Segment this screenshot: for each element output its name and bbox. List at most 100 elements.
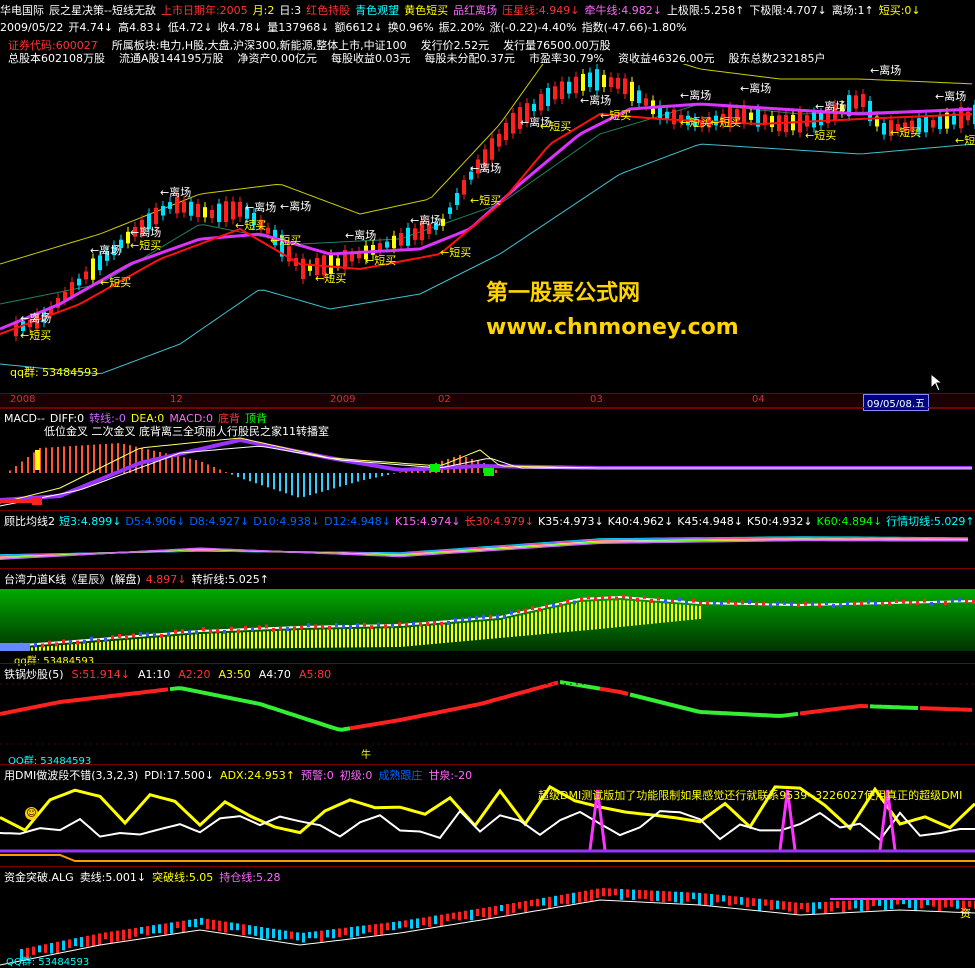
date-tick: 2008 (10, 394, 36, 405)
candle-body (77, 278, 81, 286)
zijin-bar (416, 918, 419, 929)
zijin-bar (632, 889, 635, 900)
taiwan-dot (839, 603, 842, 608)
candle-body (581, 73, 585, 91)
taiwan-dot (83, 639, 86, 644)
taiwan-panel[interactable]: 台湾力道K线《星辰》(解盘) 4.897↓ 转折线:5.025↑ qq群: 5348… (0, 568, 975, 667)
tiequ-line (169, 686, 351, 732)
taiwan-left-block (0, 643, 30, 651)
label-item: K40:4.962↓ (607, 515, 674, 528)
tiequ-line (559, 680, 601, 691)
taiwan-dot (433, 620, 436, 625)
zijin-bar (842, 900, 845, 913)
taiwan-dot (496, 614, 499, 619)
zijin-bar (608, 888, 611, 897)
zijin-bar (410, 919, 413, 929)
dmi-panel[interactable]: 用DMI做波段不错(3,3,2,3) PDI:17.500↓ ADX:24.953↑… (0, 764, 975, 867)
zijin-bar (716, 894, 719, 903)
taiwan-dot (48, 640, 51, 645)
zijin-bar (446, 913, 449, 921)
leave-label: ←离场 (130, 225, 161, 239)
zijin-bar (578, 891, 581, 903)
macd-panel[interactable]: MACD-- DIFF:0 转线:-0 DEA:0 MACD:0 底背 顶背 低位金叉 二次… (0, 407, 975, 511)
zijin-bar (584, 890, 587, 902)
zijin-bar (512, 902, 515, 913)
zijin-bar (332, 929, 335, 939)
taiwan-dot (902, 599, 905, 604)
taiwan-dot (664, 599, 667, 604)
taiwan-dot (34, 642, 37, 647)
zijin-bar (656, 890, 659, 901)
taiwan-dot (356, 623, 359, 628)
zijin-bar (338, 928, 341, 937)
zijin-bar (686, 892, 689, 902)
candle-body (630, 81, 634, 102)
tiequ-line (599, 686, 629, 696)
taiwan-dot (454, 618, 457, 623)
candle-body (882, 123, 886, 135)
candle-body (336, 258, 340, 266)
candle-body (455, 192, 459, 206)
zijin-bar (848, 900, 851, 910)
label-item: 压星线:4.949↓ (502, 4, 580, 17)
taiwan-dot (237, 629, 240, 634)
label-item: 4.897↓ (145, 573, 187, 586)
gubi-panel[interactable]: 顾比均线2 短3:4.899↓ D5:4.906↓ D8:4.927↓ D10:4.93… (0, 510, 975, 569)
zijin-bar (44, 944, 47, 953)
label-item: 短买:0↓ (878, 4, 921, 17)
zijin-title: 资金突破.ALG 卖线:5.001↓ 突破线:5.05 持仓线:5.28 (4, 869, 287, 885)
candle-body (70, 282, 74, 296)
taiwan-dot (62, 639, 65, 644)
buy-label: ←短买 (130, 238, 161, 252)
zijin-bar (158, 924, 161, 933)
date-tick: 04 (752, 394, 765, 405)
label-item: 用DMI做波段不错(3,3,2,3) (4, 769, 139, 782)
zijin-bar (800, 903, 803, 910)
taiwan-dot (818, 602, 821, 607)
zijin-bar (662, 891, 665, 903)
taiwan-dot (209, 629, 212, 634)
taiwan-dot (615, 596, 618, 601)
zijin-bar (650, 890, 653, 902)
buy-label: ←短买 (270, 233, 301, 247)
taiwan-dot (251, 627, 254, 632)
zijin-bar (38, 945, 41, 953)
zijin-bar (542, 897, 545, 906)
taiwan-dot (685, 600, 688, 605)
tiequ-panel[interactable]: 铁锅炒股(5) S:51.914↓ A1:10 A2:20 A3:50 A4:70 A5:8… (0, 663, 975, 767)
label-item: ADX:24.953↑ (220, 769, 295, 782)
leave-label: ←离场 (580, 93, 611, 107)
zijin-bar (122, 929, 125, 941)
candle-body (448, 207, 452, 214)
buy-label: ←短买 (365, 253, 396, 267)
smiley-icon: ☺ (25, 807, 38, 820)
taiwan-dot (699, 601, 702, 606)
zijin-bar (710, 894, 713, 906)
taiwan-dot (776, 601, 779, 606)
taiwan-dot (720, 602, 723, 607)
leave-label: ←离场 (280, 199, 311, 213)
label-item: 持仓线:5.28 (219, 871, 281, 884)
taiwan-dot (244, 625, 247, 630)
tiequ-line (0, 687, 169, 716)
main-kline-chart[interactable]: ←离场 ←离场 ←离场 ←离场 ←离场 ←离场 ←离场 ←离场 ←离场 ←离场 ←离场 ←离场 ←离场 ←… (0, 64, 975, 393)
zijin-bar (314, 931, 317, 939)
candle-body (504, 122, 508, 141)
label-item: 预警:0 (301, 769, 334, 782)
label-item: 辰之星决策--短线无敌 (49, 4, 156, 17)
taiwan-dot (104, 637, 107, 642)
taiwan-dot (335, 622, 338, 627)
taiwan-dot (300, 625, 303, 630)
title-bar: 华电国际 辰之星决策--短线无敌 上市日期年:2005 月:2 日:3 红色持股 青色观望黄… (0, 2, 926, 18)
zijin-bar (758, 898, 761, 911)
candle-body (931, 120, 935, 128)
zijin-bar (242, 924, 245, 936)
zijin-panel[interactable]: 资金突破.ALG 卖线:5.001↓ 突破线:5.05 持仓线:5.28 QQ群: 5… (0, 866, 975, 968)
taiwan-dot (370, 625, 373, 630)
zijin-bar (188, 919, 191, 927)
zijin-corner: 资 (960, 907, 971, 920)
zijin-bar (224, 921, 227, 933)
main-kline-svg: ←离场←离场←离场←离场←离场 ←离场←离场←离场←离场←离场←离场 ←离场←离场←… (0, 64, 975, 375)
candle-body (406, 227, 410, 246)
dmi-orange-line (0, 854, 975, 862)
